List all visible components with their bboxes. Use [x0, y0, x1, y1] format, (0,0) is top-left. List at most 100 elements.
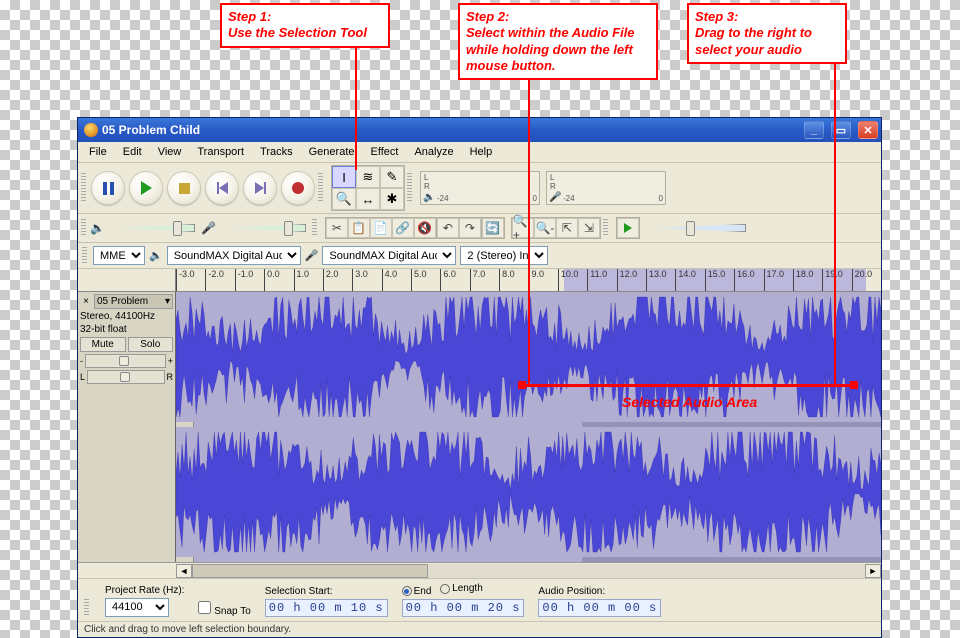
solo-button[interactable]: Solo — [128, 337, 174, 352]
project-rate-select[interactable]: 44100 — [105, 598, 169, 617]
playback-speed-slider[interactable] — [646, 220, 746, 236]
mic-icon: 🎤 — [201, 221, 216, 235]
annotation-line-3 — [834, 58, 836, 386]
timeshift-tool[interactable]: ↔ — [356, 188, 380, 210]
scroll-right-button[interactable]: ► — [865, 564, 881, 578]
silence-button[interactable]: 🔇 — [414, 218, 436, 238]
menu-analyze[interactable]: Analyze — [407, 144, 460, 160]
length-radio[interactable]: Length — [440, 583, 483, 594]
multi-tool[interactable]: ✱ — [380, 188, 404, 210]
zoom-in-button[interactable]: 🔍+ — [512, 218, 534, 238]
annotation-line-1 — [355, 40, 357, 170]
audacity-window: 05 Problem Child _ ▭ ✕ File Edit View Tr… — [77, 117, 882, 638]
draw-tool[interactable]: ✎ — [380, 166, 404, 188]
selected-area-line — [521, 384, 853, 387]
snap-to-checkbox[interactable]: Snap To — [198, 601, 250, 617]
skip-start-button[interactable] — [205, 171, 239, 205]
fit-selection-button[interactable]: ⇱ — [556, 218, 578, 238]
menu-tracks[interactable]: Tracks — [253, 144, 300, 160]
selection-tool[interactable]: I — [332, 166, 356, 188]
status-bar: Click and drag to move left selection bo… — [78, 621, 881, 637]
play-at-speed-button[interactable] — [617, 218, 639, 238]
skip-end-icon — [255, 182, 266, 194]
copy-button[interactable]: 📋 — [348, 218, 370, 238]
trim-button[interactable]: 🔗 — [392, 218, 414, 238]
toolbar-grip[interactable] — [603, 219, 608, 237]
annotation-step2: Step 2: Select within the Audio File whi… — [458, 3, 658, 80]
redo-button[interactable]: ↷ — [459, 218, 481, 238]
sync-lock-button[interactable]: 🔄 — [482, 218, 504, 238]
menu-effect[interactable]: Effect — [364, 144, 406, 160]
track-name-dropdown[interactable]: 05 Problem▾ — [94, 294, 173, 309]
scroll-left-button[interactable]: ◄ — [176, 564, 192, 578]
toolbar-grip[interactable] — [407, 173, 412, 203]
toolbar-grip[interactable] — [82, 247, 87, 265]
toolbar-grip[interactable] — [312, 219, 317, 237]
toolbar-grip[interactable] — [84, 599, 89, 617]
annotation-line-2 — [528, 78, 530, 386]
meter-r-label: R — [550, 182, 556, 191]
selection-start-value[interactable]: 00 h 00 m 10 s — [265, 599, 388, 617]
stop-icon — [179, 183, 190, 194]
gain-slider[interactable] — [85, 354, 166, 368]
skip-start-icon — [217, 182, 228, 194]
selection-end-value[interactable]: 00 h 00 m 20 s — [402, 599, 525, 617]
toolbar-transport: I ≋ ✎ 🔍 ↔ ✱ L R 🔈 -240 L R 🎤 -240 — [78, 163, 881, 214]
minimize-button[interactable]: _ — [804, 121, 824, 139]
chevron-down-icon: ▾ — [165, 296, 170, 307]
record-button[interactable] — [281, 171, 315, 205]
menu-generate[interactable]: Generate — [302, 144, 362, 160]
record-icon — [292, 182, 304, 194]
menu-view[interactable]: View — [151, 144, 189, 160]
input-volume-slider[interactable] — [222, 220, 306, 236]
scrollbar-track[interactable] — [192, 564, 865, 578]
selected-area-label: Selected Audio Area — [622, 394, 757, 410]
menu-edit[interactable]: Edit — [116, 144, 149, 160]
output-device-select[interactable]: SoundMAX Digital Audio — [167, 246, 301, 265]
audio-host-select[interactable]: MME — [93, 246, 145, 265]
end-radio[interactable]: End — [402, 586, 432, 597]
toolbar-grip[interactable] — [81, 219, 86, 237]
selected-area-handle-left — [518, 381, 526, 389]
undo-button[interactable]: ↶ — [437, 218, 459, 238]
zoom-tool[interactable]: 🔍 — [332, 188, 356, 210]
menu-transport[interactable]: Transport — [190, 144, 251, 160]
envelope-tool[interactable]: ≋ — [356, 166, 380, 188]
paste-button[interactable]: 📄 — [370, 218, 392, 238]
audio-position-value[interactable]: 00 h 00 m 00 s — [538, 599, 661, 617]
track-close-button[interactable]: × — [80, 296, 92, 307]
scrollbar-thumb[interactable] — [192, 564, 428, 578]
play-button[interactable] — [129, 171, 163, 205]
app-icon — [84, 123, 98, 137]
record-meter[interactable]: L R 🎤 -240 — [546, 171, 666, 205]
speaker-icon: 🔈 — [149, 249, 163, 262]
track-info: Stereo, 44100Hz — [80, 311, 173, 322]
zoom-out-button[interactable]: 🔍- — [534, 218, 556, 238]
pan-slider[interactable] — [87, 370, 164, 384]
mute-button[interactable]: Mute — [80, 337, 126, 352]
toolbar-grip[interactable] — [318, 173, 323, 203]
toolbar-grip[interactable] — [81, 173, 86, 203]
meter-r-label: R — [424, 182, 430, 191]
speaker-icon: 🔈 — [90, 221, 105, 235]
audio-position-label: Audio Position: — [538, 586, 661, 597]
meter-l-label: L — [424, 173, 428, 182]
input-device-select[interactable]: SoundMAX Digital Audio — [322, 246, 456, 265]
output-volume-slider[interactable] — [111, 220, 195, 236]
playback-meter[interactable]: L R 🔈 -240 — [420, 171, 540, 205]
pause-button[interactable] — [91, 171, 125, 205]
mic-icon: 🎤 — [549, 192, 561, 203]
stop-button[interactable] — [167, 171, 201, 205]
cut-button[interactable]: ✂ — [326, 218, 348, 238]
menu-help[interactable]: Help — [463, 144, 500, 160]
fit-project-button[interactable]: ⇲ — [578, 218, 600, 238]
close-button[interactable]: ✕ — [858, 121, 878, 139]
titlebar[interactable]: 05 Problem Child _ ▭ ✕ — [78, 118, 881, 142]
selection-start-label: Selection Start: — [265, 586, 388, 597]
menu-file[interactable]: File — [82, 144, 114, 160]
play-icon — [141, 181, 152, 195]
edit-toolbar: ✂ 📋 📄 🔗 🔇 ↶ ↷ 🔄 — [325, 217, 505, 239]
skip-end-button[interactable] — [243, 171, 277, 205]
ruler-gutter — [78, 269, 176, 291]
input-channels-select[interactable]: 2 (Stereo) Inp — [460, 246, 548, 265]
